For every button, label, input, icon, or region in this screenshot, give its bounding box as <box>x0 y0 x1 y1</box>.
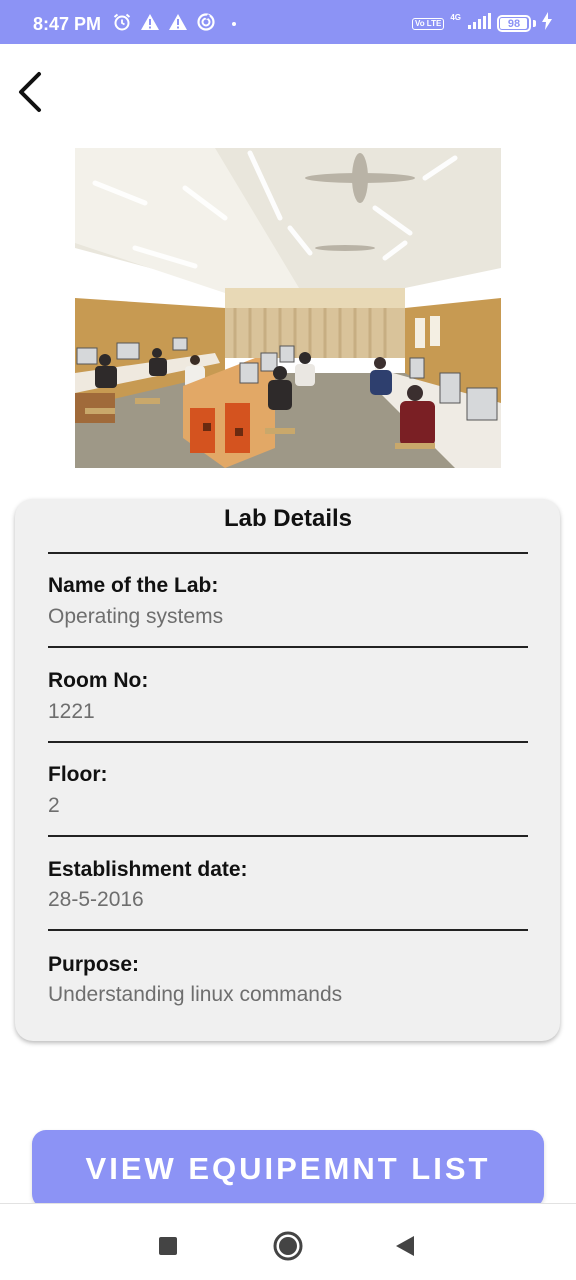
status-time: 8:47 PM <box>33 14 102 34</box>
divider <box>48 552 528 554</box>
system-nav-bar <box>0 1203 576 1280</box>
lab-name-value: Operating systems <box>48 605 224 628</box>
warning-icon <box>140 12 160 32</box>
establishment-date-label: Establishment date: <box>48 858 248 881</box>
floor-label: Floor: <box>48 763 108 786</box>
back-arrow-icon <box>19 72 41 112</box>
room-no-value: 1221 <box>48 700 95 723</box>
square-icon <box>159 1237 177 1255</box>
status-icons-right: Vo LTE 4G 98 <box>411 12 552 35</box>
room-no-label: Room No: <box>48 669 149 692</box>
network-type: 4G <box>450 13 461 22</box>
battery-level: 98 <box>507 17 521 30</box>
alarm-icon <box>112 12 132 32</box>
back-button[interactable] <box>10 66 50 118</box>
divider <box>48 741 528 743</box>
purpose-value: Understanding linux commands <box>48 983 343 1006</box>
triangle-back-icon <box>396 1236 414 1256</box>
status-icons-left <box>112 12 244 32</box>
view-equipment-list-button[interactable]: VIEW EQUIPEMNT LIST <box>32 1130 544 1208</box>
volte-indicator: Vo LTE <box>411 17 445 30</box>
data-saver-icon <box>196 12 216 32</box>
battery-tip <box>533 20 536 27</box>
charging-icon <box>542 12 552 35</box>
home-button[interactable] <box>268 1226 308 1266</box>
recents-button[interactable] <box>148 1226 188 1266</box>
nav-back-button[interactable] <box>385 1226 425 1266</box>
lab-image <box>75 148 501 468</box>
dot-icon <box>224 12 244 32</box>
divider <box>48 929 528 931</box>
divider <box>48 646 528 648</box>
floor-value: 2 <box>48 794 60 817</box>
purpose-label: Purpose: <box>48 953 140 976</box>
circle-icon <box>273 1231 303 1261</box>
establishment-date-value: 28-5-2016 <box>48 888 144 911</box>
divider <box>48 835 528 837</box>
status-bar: 8:47 PM Vo LTE 4G 98 <box>0 0 576 44</box>
card-title: Lab Details <box>223 505 353 532</box>
signal-icon <box>467 13 491 34</box>
warning-icon <box>168 12 188 32</box>
battery-indicator: 98 <box>497 15 531 32</box>
lab-name-label: Name of the Lab: <box>48 574 219 597</box>
